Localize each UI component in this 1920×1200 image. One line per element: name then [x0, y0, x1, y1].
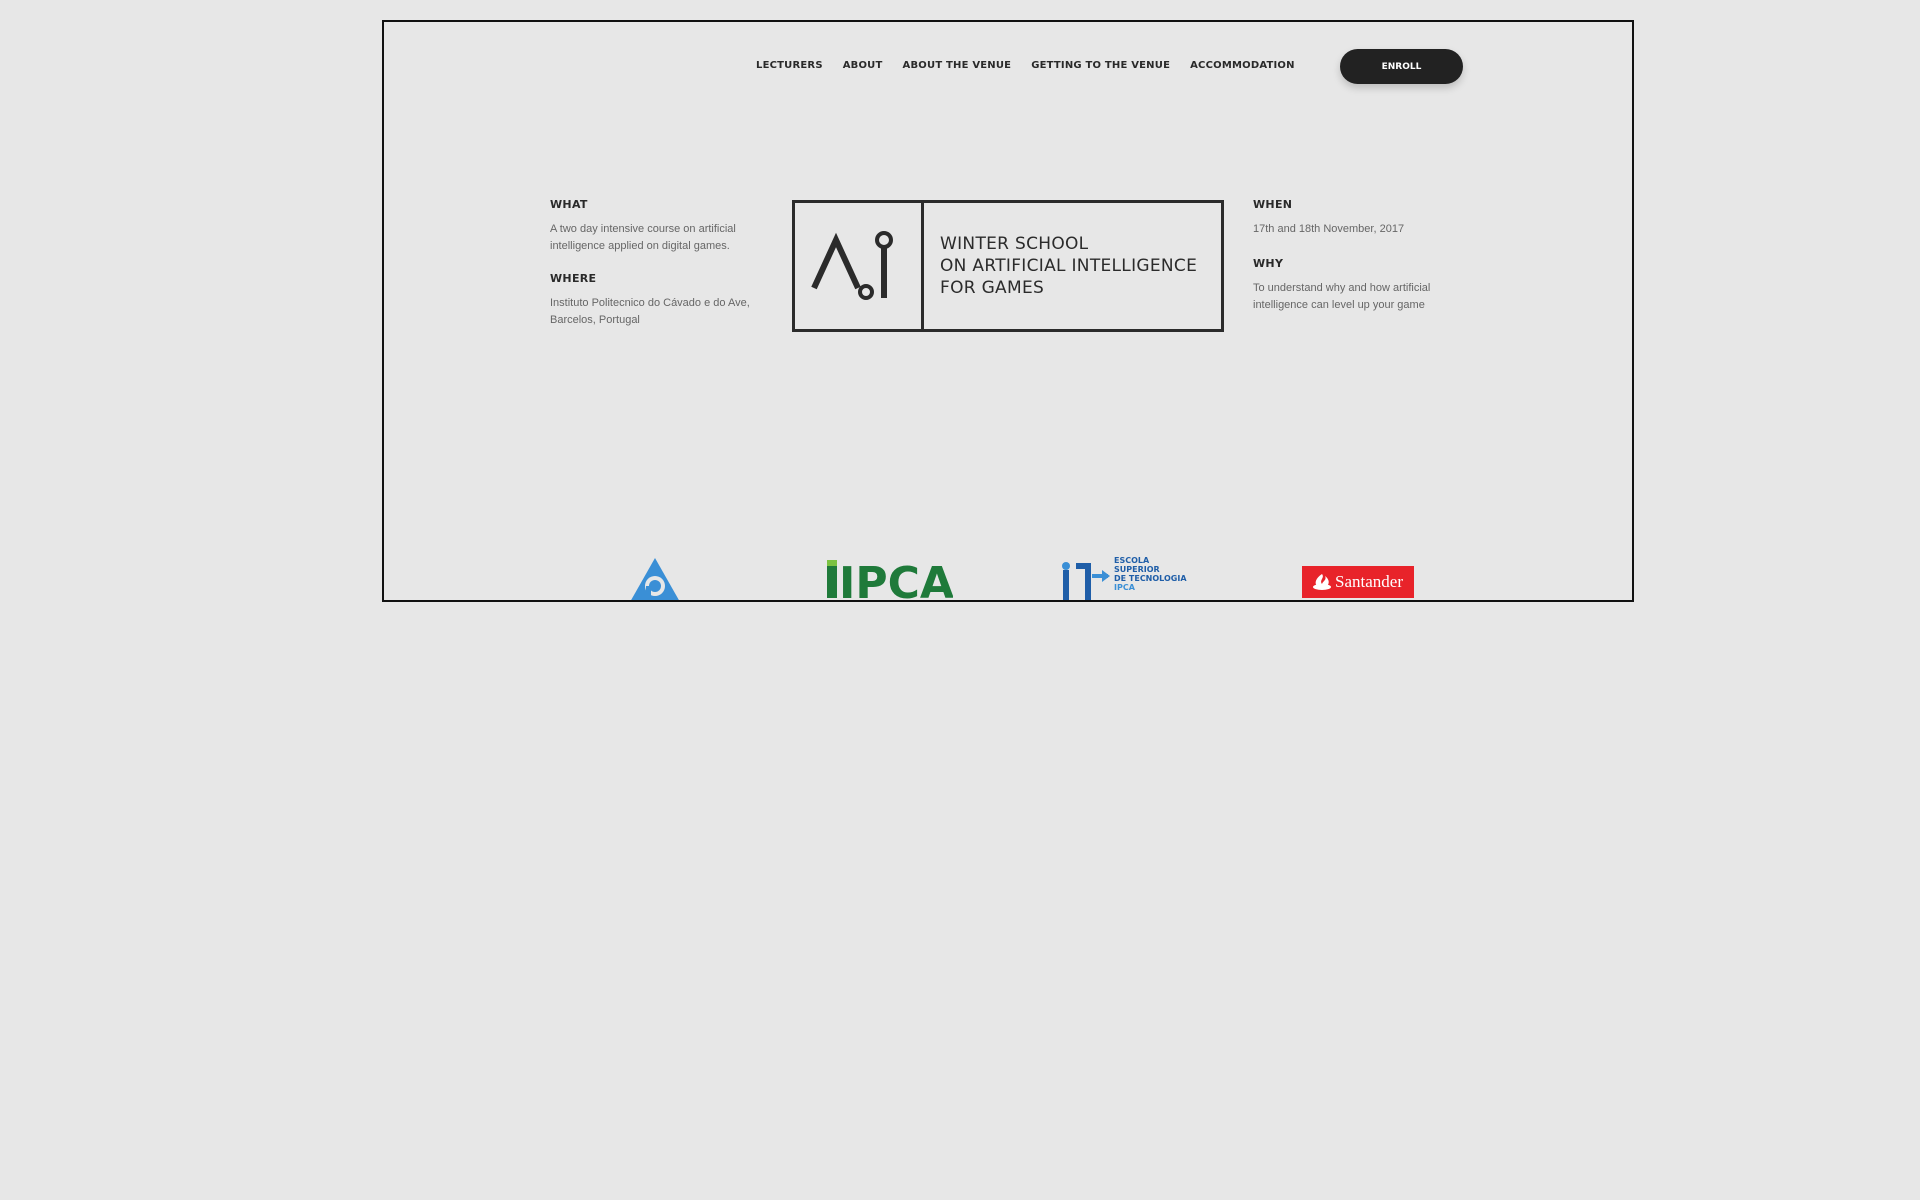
- escola-wordmark: ESCOLA SUPERIOR DE TECNOLOGIA IPCA: [1114, 556, 1187, 592]
- where-heading: WHERE: [550, 272, 597, 285]
- nav-accommodation[interactable]: ACCOMMODATION: [1190, 60, 1295, 71]
- browser-viewport: LECTURERS ABOUT ABOUT THE VENUE GETTING …: [382, 20, 1634, 602]
- why-section: WHY To understand why and how artificial…: [1253, 257, 1463, 314]
- when-heading: WHEN: [1253, 198, 1293, 211]
- why-text: To understand why and how artificial int…: [1253, 282, 1431, 311]
- logo-title-line3: FOR GAMES: [940, 278, 1045, 298]
- where-text: Instituto Politecnico do Cávado e do Ave…: [550, 297, 750, 326]
- event-logo: WINTER SCHOOL ON ARTIFICIAL INTELLIGENCE…: [792, 200, 1224, 332]
- what-text: A two day intensive course on artificial…: [550, 223, 736, 252]
- logo-title: WINTER SCHOOL ON ARTIFICIAL INTELLIGENCE…: [924, 203, 1197, 329]
- where-section: WHERE Instituto Politecnico do Cávado e …: [550, 272, 760, 329]
- nav-lecturers[interactable]: LECTURERS: [756, 60, 823, 71]
- what-heading: WHAT: [550, 198, 588, 211]
- sponsor-santander-logo: Santander: [1302, 566, 1414, 598]
- santander-wordmark: Santander: [1335, 572, 1403, 591]
- logo-title-line2: ON ARTIFICIAL INTELLIGENCE: [940, 256, 1198, 276]
- sponsor-ipca-logo: IPCA: [827, 556, 954, 600]
- nav-about[interactable]: ABOUT: [843, 60, 883, 71]
- sponsor-escola-logo: ESCOLA SUPERIOR DE TECNOLOGIA IPCA: [1062, 556, 1187, 600]
- santander-flame-icon: [1313, 574, 1331, 590]
- ipca-wordmark: IPCA: [839, 558, 953, 600]
- escola-line3: DE TECNOLOGIA: [1114, 574, 1187, 583]
- enroll-button[interactable]: ENROLL: [1340, 49, 1463, 84]
- escola-circuit-icon: [1062, 562, 1110, 600]
- when-text: 17th and 18th November, 2017: [1253, 223, 1405, 235]
- escola-line2: SUPERIOR: [1114, 565, 1160, 574]
- nav-getting-to-the-venue[interactable]: GETTING TO THE VENUE: [1031, 60, 1170, 71]
- logo-title-line1: WINTER SCHOOL: [940, 234, 1089, 254]
- escola-line1: ESCOLA: [1114, 556, 1150, 565]
- what-section: WHAT A two day intensive course on artif…: [550, 198, 760, 255]
- why-heading: WHY: [1253, 257, 1284, 270]
- triangle-p-logo-icon: [631, 558, 679, 600]
- nav-about-the-venue[interactable]: ABOUT THE VENUE: [903, 60, 1012, 71]
- escola-line4: IPCA: [1114, 583, 1135, 592]
- main-navigation: LECTURERS ABOUT ABOUT THE VENUE GETTING …: [756, 60, 1315, 71]
- ai-logo-icon: [795, 203, 924, 329]
- when-section: WHEN 17th and 18th November, 2017: [1253, 198, 1463, 238]
- sponsor-triangle-logo: [628, 556, 682, 600]
